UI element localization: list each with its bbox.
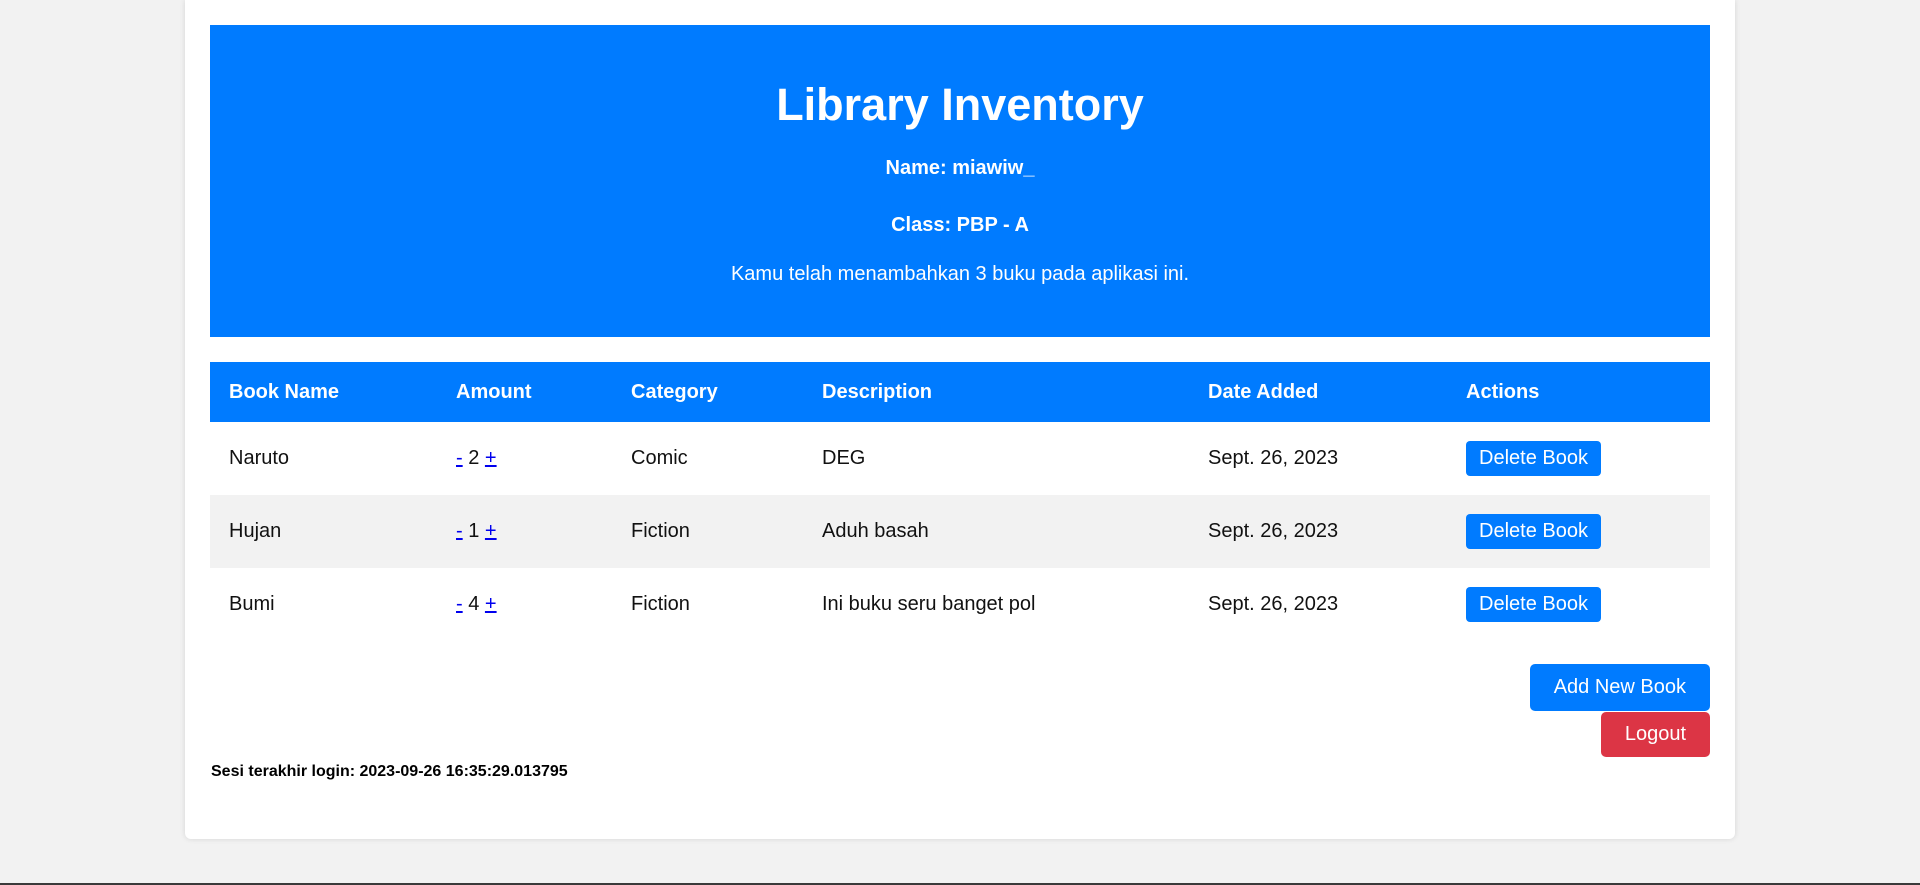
last-login-text: Sesi terakhir login: 2023-09-26 16:35:29… — [211, 763, 568, 780]
bottom-actions: Add New Book Logout — [210, 641, 1710, 761]
table-row: Hujan - 1 + Fiction Aduh basah Sept. 26,… — [210, 495, 1710, 568]
column-header-category: Category — [631, 380, 718, 403]
date-added-cell: Sept. 26, 2023 — [1208, 520, 1339, 542]
description-cell: DEG — [822, 447, 866, 469]
amount-value: 1 — [468, 520, 480, 542]
books-added-note: Kamu telah menambahkan 3 buku pada aplik… — [730, 262, 1190, 285]
category-cell: Fiction — [631, 593, 690, 615]
increment-link[interactable]: + — [485, 447, 497, 469]
book-name-cell: Hujan — [229, 520, 282, 542]
actions-cell: Delete Book — [1447, 422, 1710, 495]
amount-cell: - 4 + — [437, 568, 612, 641]
book-name-cell: Bumi — [229, 593, 275, 615]
increment-link[interactable]: + — [485, 520, 497, 542]
header-banner: Library Inventory Name: miawiw_ Class: P… — [210, 25, 1710, 337]
amount-value: 2 — [468, 447, 480, 469]
delete-book-button[interactable]: Delete Book — [1466, 587, 1601, 622]
decrement-link[interactable]: - — [456, 593, 463, 615]
column-header-amount: Amount — [456, 380, 532, 403]
inventory-table: Book Name Amount Category Description Da… — [210, 362, 1710, 641]
delete-book-button[interactable]: Delete Book — [1466, 441, 1601, 476]
column-header-description: Description — [822, 380, 933, 403]
amount-cell: - 1 + — [437, 495, 612, 568]
column-header-date-added: Date Added — [1208, 380, 1319, 403]
amount-value: 4 — [468, 593, 480, 615]
date-added-cell: Sept. 26, 2023 — [1208, 447, 1339, 469]
user-class: Class: PBP - A — [891, 213, 1029, 236]
table-row: Bumi - 4 + Fiction Ini buku seru banget … — [210, 568, 1710, 641]
user-name: Name: miawiw_ — [885, 156, 1035, 179]
add-new-book-button[interactable]: Add New Book — [1529, 664, 1710, 711]
date-added-cell: Sept. 26, 2023 — [1208, 593, 1339, 615]
logout-button[interactable]: Logout — [1600, 712, 1710, 757]
table-header-row: Book Name Amount Category Description Da… — [210, 362, 1710, 422]
main-card: Library Inventory Name: miawiw_ Class: P… — [185, 0, 1735, 839]
category-cell: Comic — [631, 447, 688, 469]
increment-link[interactable]: + — [485, 593, 497, 615]
decrement-link[interactable]: - — [456, 520, 463, 542]
description-cell: Aduh basah — [822, 520, 929, 542]
decrement-link[interactable]: - — [456, 447, 463, 469]
page-title: Library Inventory — [776, 79, 1144, 130]
book-name-cell: Naruto — [229, 447, 290, 469]
category-cell: Fiction — [631, 520, 690, 542]
column-header-book-name: Book Name — [229, 380, 340, 403]
actions-cell: Delete Book — [1447, 568, 1710, 641]
column-header-actions: Actions — [1466, 380, 1540, 403]
table-row: Naruto - 2 + Comic DEG Sept. 26, 2023 De… — [210, 422, 1710, 495]
description-cell: Ini buku seru banget pol — [822, 593, 1036, 615]
amount-cell: - 2 + — [437, 422, 612, 495]
actions-cell: Delete Book — [1447, 495, 1710, 568]
delete-book-button[interactable]: Delete Book — [1466, 514, 1601, 549]
